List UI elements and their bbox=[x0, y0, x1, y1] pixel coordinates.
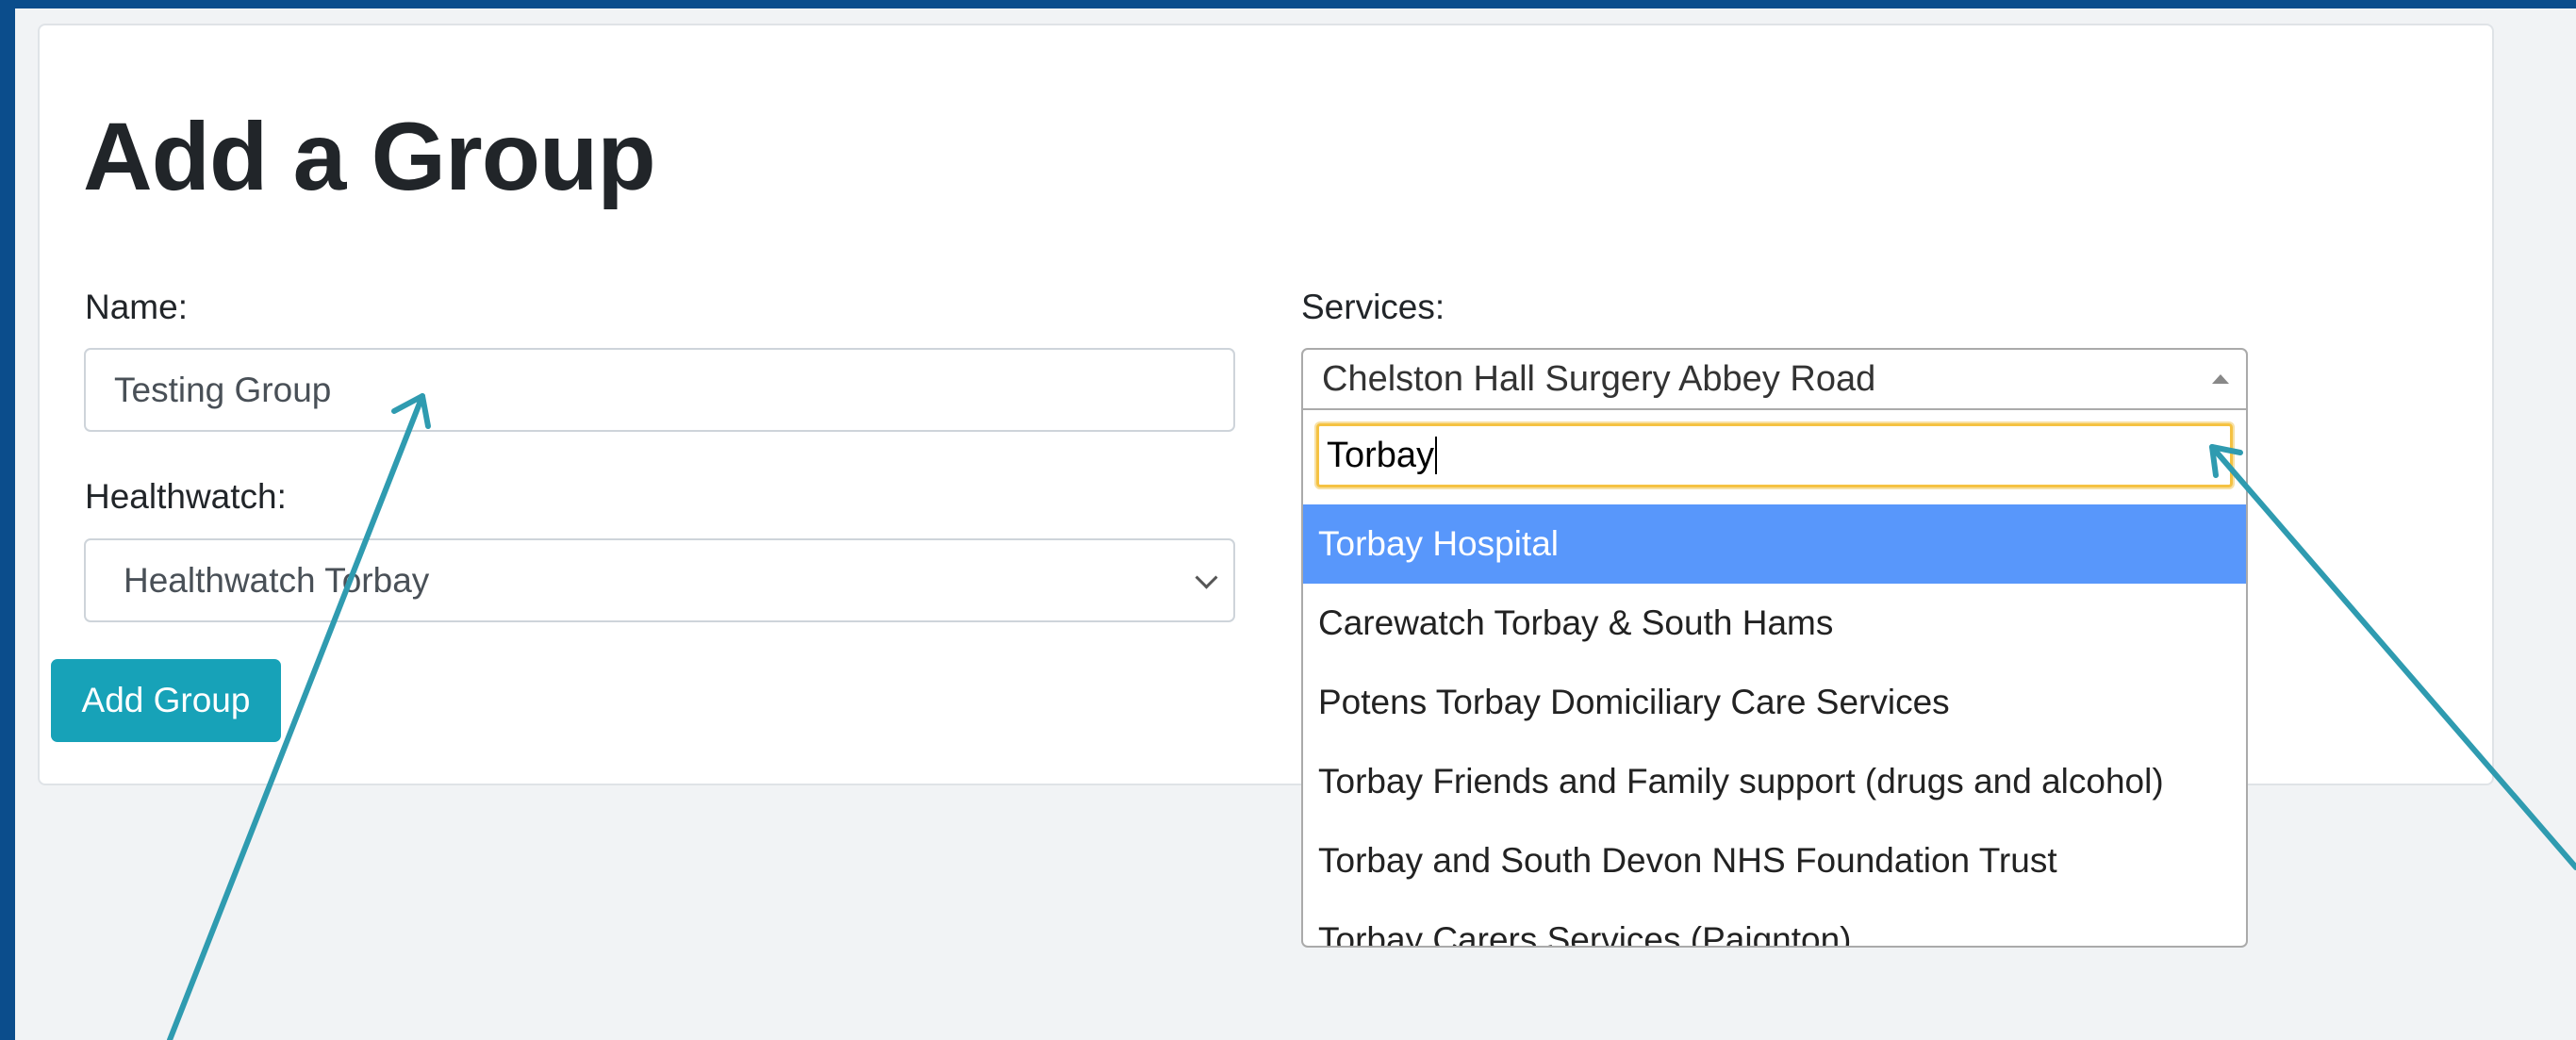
services-select[interactable]: Chelston Hall Surgery Abbey Road Torbay … bbox=[1301, 348, 2248, 948]
list-item[interactable]: Potens Torbay Domiciliary Care Services bbox=[1303, 663, 2246, 742]
services-results-list: Torbay Hospital Carewatch Torbay & South… bbox=[1303, 504, 2246, 946]
list-item[interactable]: Carewatch Torbay & South Hams bbox=[1303, 584, 2246, 663]
list-item[interactable]: Torbay Hospital bbox=[1303, 504, 2246, 584]
chevron-down-icon bbox=[1195, 566, 1218, 589]
services-search-input[interactable]: Torbay bbox=[1316, 423, 2233, 487]
name-input-value: Testing Group bbox=[114, 370, 332, 409]
services-selected-value: Chelston Hall Surgery Abbey Road bbox=[1322, 358, 1876, 399]
name-label: Name: bbox=[85, 288, 188, 326]
add-group-button[interactable]: Add Group bbox=[51, 659, 281, 742]
healthwatch-selected-value: Healthwatch Torbay bbox=[124, 560, 430, 600]
name-input[interactable]: Testing Group bbox=[84, 348, 1235, 432]
services-label: Services: bbox=[1301, 288, 1445, 326]
list-item[interactable]: Torbay and South Devon NHS Foundation Tr… bbox=[1303, 821, 2246, 900]
list-item[interactable]: Torbay Carers Services (Paignton) bbox=[1303, 900, 2246, 946]
caret-up-icon bbox=[2212, 374, 2229, 384]
services-selected-box[interactable]: Chelston Hall Surgery Abbey Road bbox=[1303, 350, 2246, 410]
services-search-value: Torbay bbox=[1327, 435, 1435, 475]
page-title: Add a Group bbox=[83, 103, 656, 210]
healthwatch-select[interactable]: Healthwatch Torbay bbox=[84, 538, 1235, 622]
text-cursor bbox=[1435, 437, 1438, 474]
list-item[interactable]: Torbay Friends and Family support (drugs… bbox=[1303, 742, 2246, 821]
healthwatch-label: Healthwatch: bbox=[85, 477, 287, 516]
